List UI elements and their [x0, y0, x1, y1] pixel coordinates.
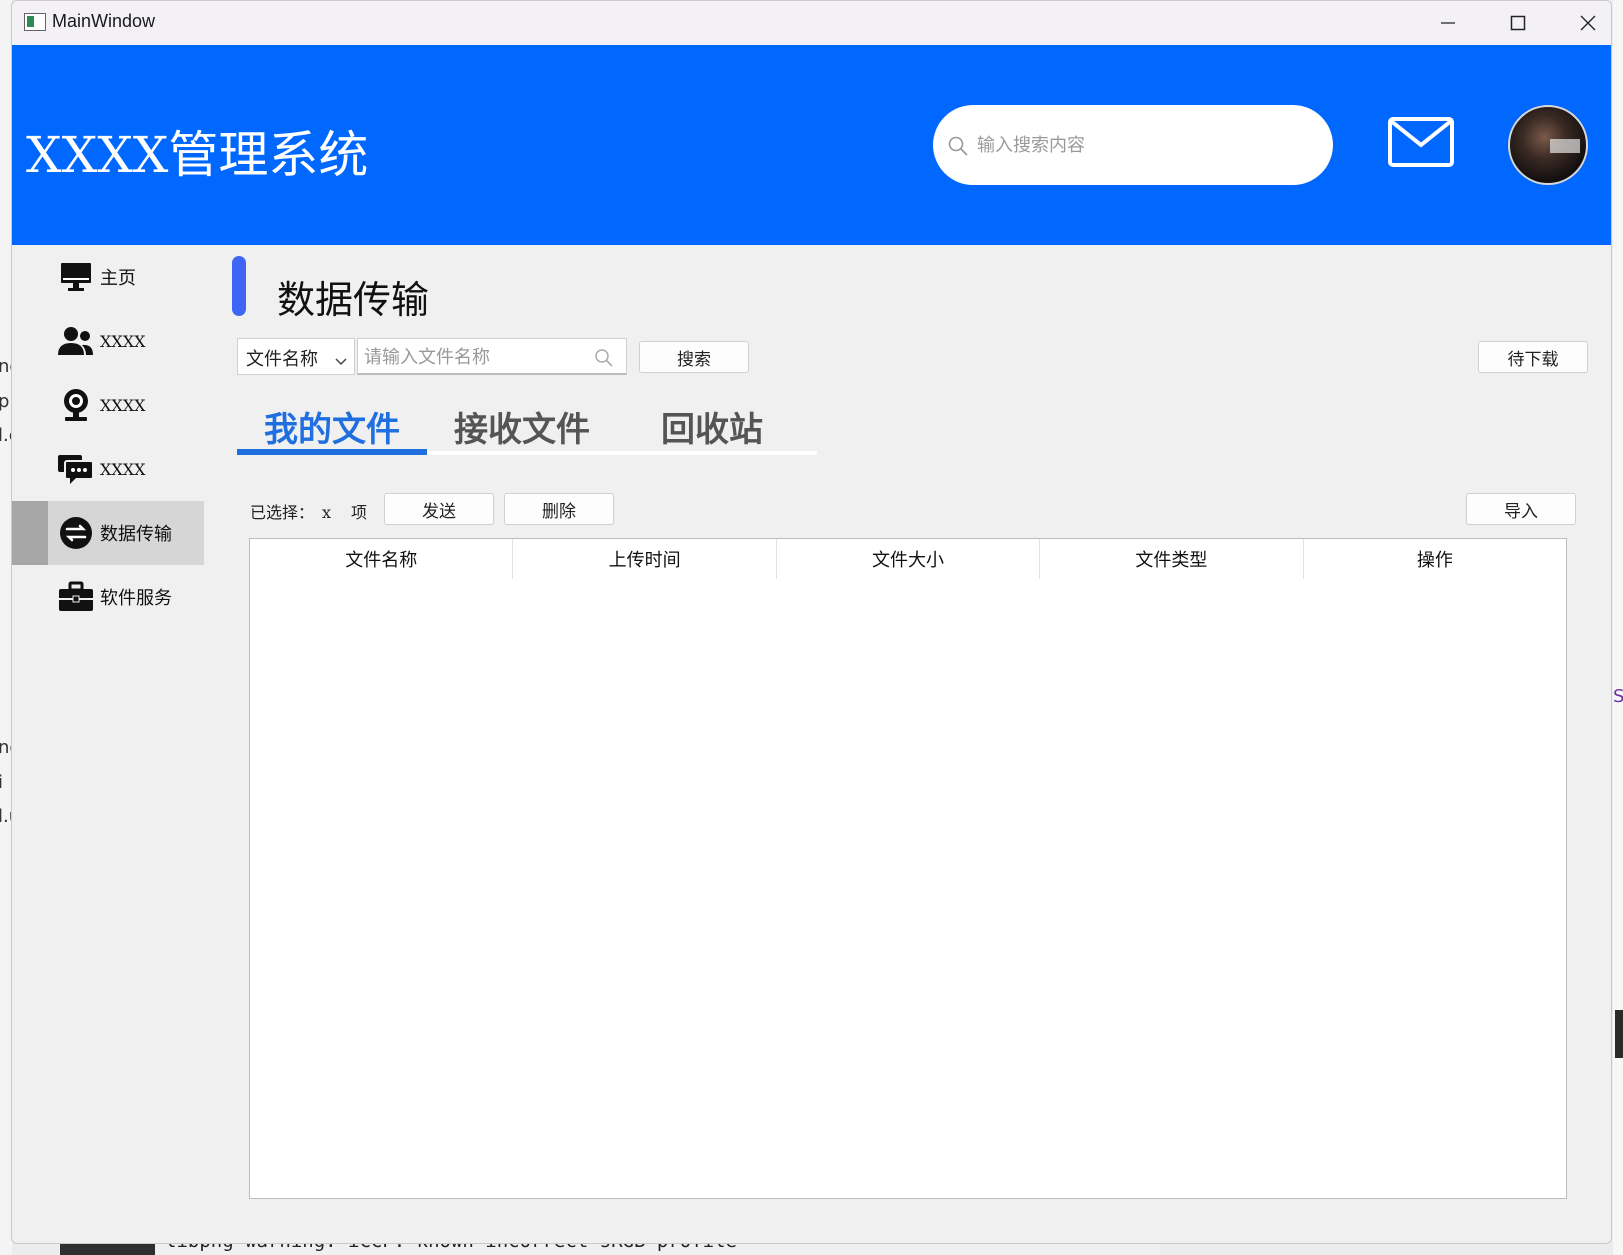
close-icon — [1580, 15, 1596, 31]
selection-status: 已选择： x 项 — [250, 499, 367, 523]
search-field-value: 文件名称 — [246, 349, 318, 370]
sidebar-item-home[interactable]: 主页 — [12, 245, 204, 309]
briefcase-icon — [58, 579, 94, 615]
window-title: MainWindow — [52, 11, 156, 31]
column-header-file-name[interactable]: 文件名称 — [250, 539, 514, 579]
tab-recycle-bin[interactable]: 回收站 — [617, 397, 807, 455]
search-icon[interactable] — [594, 348, 614, 372]
sidebar-item-camera[interactable]: XXXX — [12, 373, 204, 437]
global-search-box[interactable] — [933, 105, 1333, 185]
sidebar-item-data-transfer[interactable]: 数据传输 — [12, 501, 204, 565]
sidebar-item-label: 数据传输 — [100, 524, 172, 545]
sidebar: 主页 XXXX XXXX XXXX 数据传输 软件服务 — [12, 245, 204, 1243]
minimize-button[interactable] — [1414, 1, 1482, 45]
title-bar: MainWindow — [12, 1, 1611, 45]
app-title: XXXX管理系统 — [26, 126, 369, 184]
sidebar-item-software-service[interactable]: 软件服务 — [12, 565, 204, 629]
search-field-select[interactable]: 文件名称 — [237, 338, 355, 375]
sidebar-item-label: 主页 — [100, 268, 136, 289]
file-search-input[interactable] — [364, 344, 584, 370]
background-block — [1615, 1010, 1623, 1058]
file-search-box[interactable] — [357, 338, 627, 375]
background-text: i — [0, 772, 4, 793]
transfer-icon — [58, 515, 94, 551]
page-title: 数据传输 — [277, 278, 430, 322]
maximize-icon — [1510, 15, 1526, 31]
selection-prefix: 已选择： — [250, 503, 315, 522]
users-icon — [58, 323, 94, 359]
global-search-input[interactable] — [977, 129, 1307, 161]
sidebar-item-label: XXXX — [100, 395, 146, 415]
app-icon — [24, 13, 46, 31]
column-header-file-size[interactable]: 文件大小 — [777, 539, 1041, 579]
active-indicator — [12, 501, 48, 565]
send-button[interactable]: 发送 — [384, 493, 494, 525]
sidebar-item-label: XXXX — [100, 459, 146, 479]
table-header: 文件名称 上传时间 文件大小 文件类型 操作 — [250, 539, 1566, 579]
chat-icon — [58, 451, 94, 487]
mail-icon — [1388, 117, 1454, 167]
maximize-button[interactable] — [1484, 1, 1552, 45]
tab-received-files[interactable]: 接收文件 — [427, 397, 617, 455]
page-title-marker — [232, 256, 246, 316]
delete-button[interactable]: 删除 — [504, 493, 614, 525]
sidebar-item-chat[interactable]: XXXX — [12, 437, 204, 501]
column-header-actions[interactable]: 操作 — [1304, 539, 1566, 579]
background-text: p — [0, 391, 10, 412]
sidebar-item-label: XXXX — [100, 331, 146, 351]
minimize-icon — [1441, 22, 1455, 24]
selection-count: x — [322, 503, 332, 522]
search-icon — [947, 135, 969, 161]
column-header-file-type[interactable]: 文件类型 — [1040, 539, 1304, 579]
main-window: MainWindow XXXX管理系统 主页 — [11, 0, 1612, 1244]
webcam-icon — [58, 387, 94, 423]
tab-my-files[interactable]: 我的文件 — [237, 397, 427, 455]
search-button[interactable]: 搜索 — [639, 341, 749, 373]
column-header-upload-time[interactable]: 上传时间 — [513, 539, 777, 579]
chevron-down-icon — [334, 351, 348, 372]
selection-suffix: 项 — [351, 503, 368, 522]
user-avatar[interactable] — [1508, 105, 1588, 185]
file-table[interactable]: 文件名称 上传时间 文件大小 文件类型 操作 — [249, 538, 1567, 1199]
background-right-strip: S — [1613, 0, 1623, 1255]
monitor-icon — [58, 259, 94, 295]
import-button[interactable]: 导入 — [1466, 493, 1576, 525]
pending-download-button[interactable]: 待下载 — [1478, 341, 1588, 373]
close-button[interactable] — [1554, 1, 1611, 45]
app-header: XXXX管理系统 — [12, 45, 1611, 245]
sidebar-item-users[interactable]: XXXX — [12, 309, 204, 373]
background-text: S — [1613, 686, 1623, 707]
file-tabs: 我的文件 接收文件 回收站 — [237, 397, 817, 459]
mail-button[interactable] — [1388, 117, 1454, 171]
sidebar-item-label: 软件服务 — [100, 588, 172, 609]
